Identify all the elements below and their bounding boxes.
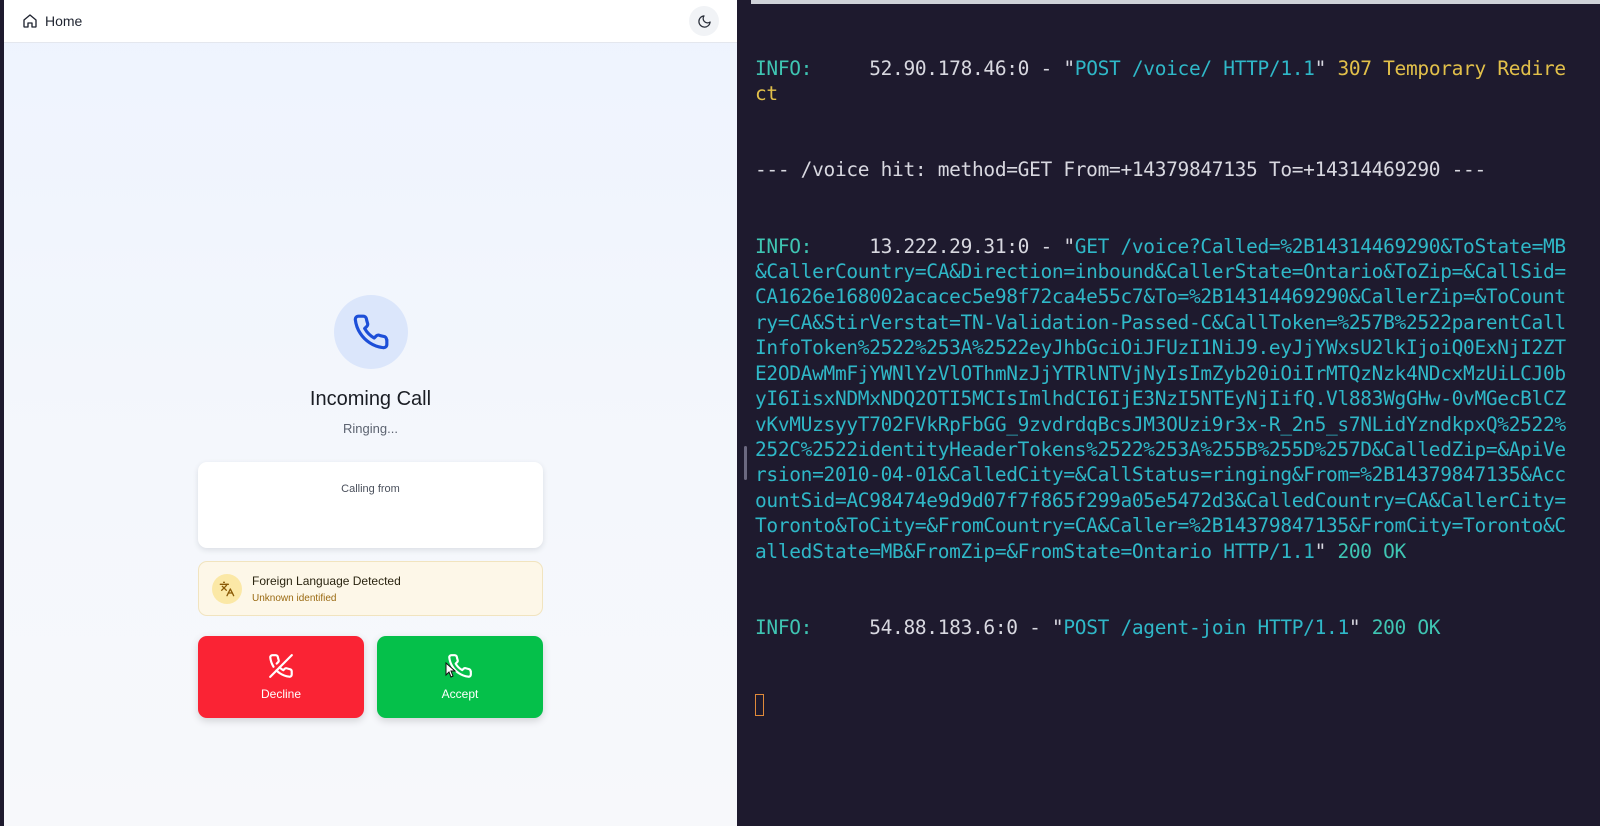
- terminal-output: INFO: 52.90.178.46:0 - "POST /voice/ HTT…: [755, 5, 1567, 767]
- language-detected-card: Foreign Language Detected Unknown identi…: [198, 561, 543, 616]
- terminal-prompt[interactable]: [755, 691, 1567, 717]
- phone-off-icon: [269, 654, 293, 678]
- log-level: INFO:: [755, 56, 813, 80]
- log-request: GET /voice?Called=%2B14314469290&ToState…: [755, 234, 1566, 563]
- decline-button[interactable]: Decline: [198, 636, 364, 718]
- log-line: INFO: 54.88.183.6:0 - "POST /agent-join …: [755, 615, 1567, 640]
- log-level: INFO:: [755, 234, 813, 258]
- log-address: 54.88.183.6:0 - ": [812, 615, 1064, 639]
- call-title: Incoming Call: [309, 388, 432, 410]
- log-quote: ": [1348, 615, 1372, 639]
- web-app-pane: Home Incoming Call Ringing... Calling fr…: [4, 0, 738, 826]
- mouse-cursor-icon: [445, 662, 457, 678]
- pane-resize-handle[interactable]: [744, 446, 747, 480]
- log-address: 13.222.29.31:0 - ": [812, 234, 1075, 258]
- top-bar: Home: [4, 0, 737, 43]
- terminal-pane[interactable]: INFO: 52.90.178.46:0 - "POST /voice/ HTT…: [751, 0, 1600, 826]
- log-quote: ": [1314, 56, 1338, 80]
- language-subtitle: Unknown identified: [252, 592, 337, 604]
- phone-icon: [353, 314, 388, 350]
- log-quote: ": [1314, 539, 1338, 563]
- log-request: POST /voice/ HTTP/1.1: [1074, 56, 1315, 80]
- log-line: --- /voice hit: method=GET From=+1437984…: [755, 158, 1486, 182]
- home-label: Home: [45, 13, 83, 29]
- home-link[interactable]: Home: [22, 13, 82, 29]
- language-title: Foreign Language Detected: [252, 573, 401, 588]
- theme-toggle-button[interactable]: [689, 6, 719, 36]
- terminal-cursor: [755, 694, 764, 717]
- calling-from-label: Calling from: [341, 483, 400, 495]
- calling-from-card: Calling from: [198, 462, 543, 548]
- log-address: 52.90.178.46:0 - ": [812, 56, 1075, 80]
- log-status: 200 OK: [1371, 615, 1441, 639]
- incoming-call-panel: Incoming Call Ringing... Calling from Fo…: [4, 295, 737, 718]
- decline-label: Decline: [260, 687, 302, 701]
- log-status: 200 OK: [1337, 539, 1406, 563]
- accept-label: Accept: [441, 687, 479, 701]
- caller-avatar: [333, 295, 408, 369]
- moon-icon: [697, 14, 711, 28]
- home-icon: [23, 14, 37, 28]
- call-status: Ringing...: [343, 421, 398, 436]
- log-request: POST /agent-join HTTP/1.1: [1063, 615, 1349, 639]
- translate-icon: [212, 573, 242, 604]
- log-level: INFO:: [755, 615, 813, 639]
- pane-divider: [737, 0, 751, 826]
- accept-button[interactable]: Accept: [377, 636, 543, 718]
- log-line: INFO: 13.222.29.31:0 - "GET /voice?Calle…: [755, 234, 1567, 564]
- log-line: INFO: 52.90.178.46:0 - "POST /voice/ HTT…: [755, 56, 1567, 107]
